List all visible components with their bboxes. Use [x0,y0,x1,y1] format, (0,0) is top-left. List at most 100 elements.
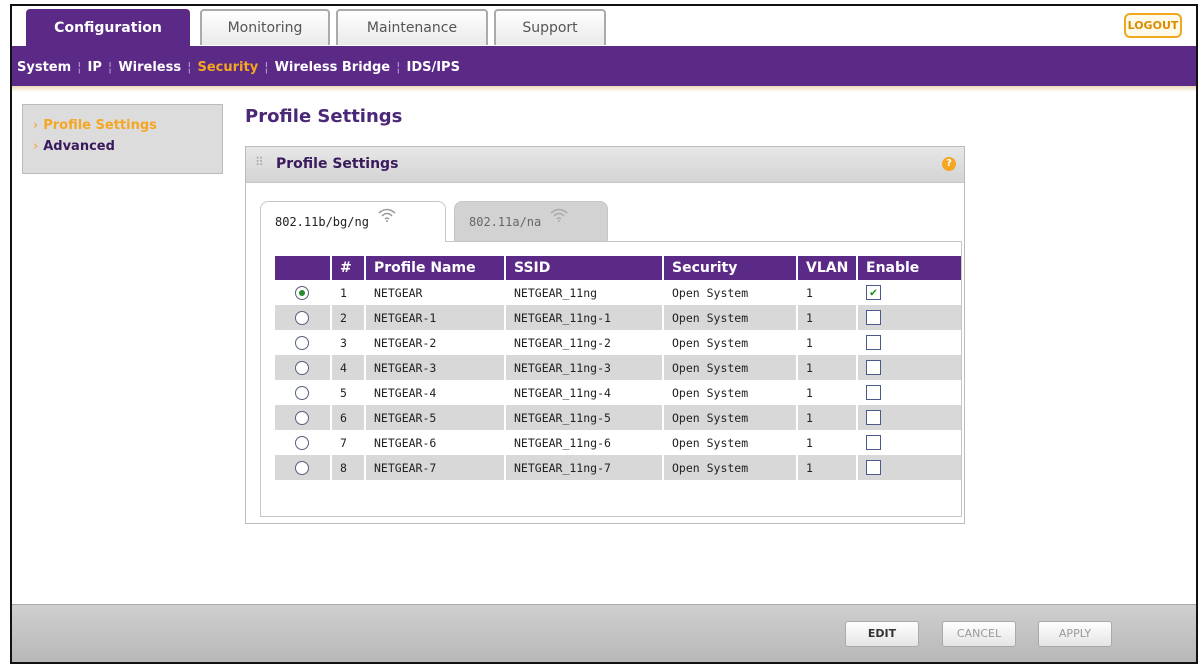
row-number: 2 [330,305,365,330]
enable-checkbox[interactable] [866,435,881,450]
side-item-advanced[interactable]: › Advanced [23,136,222,157]
profile-radio-button[interactable] [295,360,309,375]
wifi-icon [550,208,568,222]
tab-maintenance[interactable]: Maintenance [336,9,488,45]
tab-802-11bgng[interactable]: 802.11b/bg/ng [260,201,446,242]
row-number: 8 [330,455,365,480]
profile-radio-button[interactable] [295,435,309,450]
table-row[interactable]: 8 NETGEAR-7 NETGEAR_11ng-7 Open System 1 [275,455,961,480]
tab-monitoring[interactable]: Monitoring [200,9,330,45]
vlan: 1 [796,330,857,355]
ssid: NETGEAR_11ng-7 [504,455,663,480]
help-icon[interactable]: ? [942,157,956,171]
radio-band-tabs: 802.11b/bg/ng 802.11a/na [260,201,960,242]
chevron-right-icon: › [33,118,39,133]
col-header-ssid: SSID [504,256,663,280]
profile-settings-panel: ⠿ Profile Settings ? 802.11b/bg/ng 802.1… [245,146,965,524]
security: Open System [662,330,797,355]
subnav-separator: ¦ [77,60,82,75]
vlan: 1 [796,380,857,405]
tab-802-11ana[interactable]: 802.11a/na [454,201,608,241]
enable-cell [856,355,961,380]
cancel-button[interactable]: CANCEL [942,621,1016,647]
content-divider [12,86,1196,92]
subnav-ip[interactable]: IP [88,46,102,90]
ssid: NETGEAR_11ng-4 [504,380,663,405]
profile-name: NETGEAR-4 [364,380,505,405]
table-row[interactable]: 6 NETGEAR-5 NETGEAR_11ng-5 Open System 1 [275,405,961,430]
profile-name: NETGEAR-1 [364,305,505,330]
row-number: 1 [330,280,365,305]
vlan: 1 [796,405,857,430]
security: Open System [662,380,797,405]
subnav-wireless[interactable]: Wireless [118,46,181,90]
subnav-security[interactable]: Security [197,46,258,90]
enable-checkbox[interactable] [866,335,881,350]
chevron-right-icon: › [33,139,39,154]
subnav-separator: ¦ [264,60,269,75]
enable-checkbox[interactable] [866,460,881,475]
enable-cell [856,380,961,405]
profile-name: NETGEAR-2 [364,330,505,355]
table-row[interactable]: 4 NETGEAR-3 NETGEAR_11ng-3 Open System 1 [275,355,961,380]
profile-radio-button[interactable] [295,285,309,300]
select-radio-cell [275,405,331,430]
tab-support[interactable]: Support [494,9,606,45]
enable-cell [856,455,961,480]
row-number: 6 [330,405,365,430]
enable-cell [856,430,961,455]
enable-cell [856,330,961,355]
table-row[interactable]: 2 NETGEAR-1 NETGEAR_11ng-1 Open System 1 [275,305,961,330]
sub-navigation: System ¦ IP ¦ Wireless ¦ Security ¦ Wireless Bri… [12,46,1196,86]
vlan: 1 [796,355,857,380]
security: Open System [662,355,797,380]
security: Open System [662,455,797,480]
enable-cell: ✔ [856,280,961,305]
side-menu: › Profile Settings › Advanced [22,104,223,174]
vlan: 1 [796,455,857,480]
table-row[interactable]: 3 NETGEAR-2 NETGEAR_11ng-2 Open System 1 [275,330,961,355]
enable-checkbox[interactable]: ✔ [866,285,881,300]
table-row[interactable]: 5 NETGEAR-4 NETGEAR_11ng-4 Open System 1 [275,380,961,405]
profile-radio-button[interactable] [295,410,309,425]
table-row[interactable]: 7 NETGEAR-6 NETGEAR_11ng-6 Open System 1 [275,430,961,455]
apply-button[interactable]: APPLY [1038,621,1112,647]
profile-radio-button[interactable] [295,385,309,400]
profile-name: NETGEAR-6 [364,430,505,455]
profile-radio-button[interactable] [295,335,309,350]
select-radio-cell [275,455,331,480]
tab-content: # Profile Name SSID Security VLAN Enable… [260,241,962,517]
table-row[interactable]: 1 NETGEAR NETGEAR_11ng Open System 1 ✔ [275,280,961,305]
tab-configuration[interactable]: Configuration [26,9,190,46]
enable-cell [856,305,961,330]
side-item-profile-settings[interactable]: › Profile Settings [23,115,222,136]
enable-checkbox[interactable] [866,310,881,325]
profile-radio-button[interactable] [295,310,309,325]
ssid: NETGEAR_11ng [504,280,663,305]
enable-checkbox[interactable] [866,360,881,375]
subnav-system[interactable]: System [17,46,71,90]
ssid: NETGEAR_11ng-6 [504,430,663,455]
col-header-enable: Enable [856,256,961,280]
panel-title: Profile Settings [276,156,399,172]
wifi-icon [378,208,396,222]
subnav-ids-ips[interactable]: IDS/IPS [406,46,459,90]
edit-button[interactable]: EDIT [845,621,919,647]
ssid: NETGEAR_11ng-3 [504,355,663,380]
select-radio-cell [275,305,331,330]
security: Open System [662,280,797,305]
side-item-label: Profile Settings [43,118,157,133]
subnav-separator: ¦ [396,60,401,75]
enable-checkbox[interactable] [866,385,881,400]
profile-name: NETGEAR-7 [364,455,505,480]
action-footer: EDIT CANCEL APPLY [12,604,1196,662]
profile-radio-button[interactable] [295,460,309,475]
ssid: NETGEAR_11ng-5 [504,405,663,430]
profile-name: NETGEAR-5 [364,405,505,430]
logout-button[interactable]: LOGOUT [1124,13,1182,38]
enable-checkbox[interactable] [866,410,881,425]
grip-icon: ⠿ [255,155,264,169]
vlan: 1 [796,305,857,330]
ssid: NETGEAR_11ng-1 [504,305,663,330]
subnav-wireless-bridge[interactable]: Wireless Bridge [275,46,391,90]
